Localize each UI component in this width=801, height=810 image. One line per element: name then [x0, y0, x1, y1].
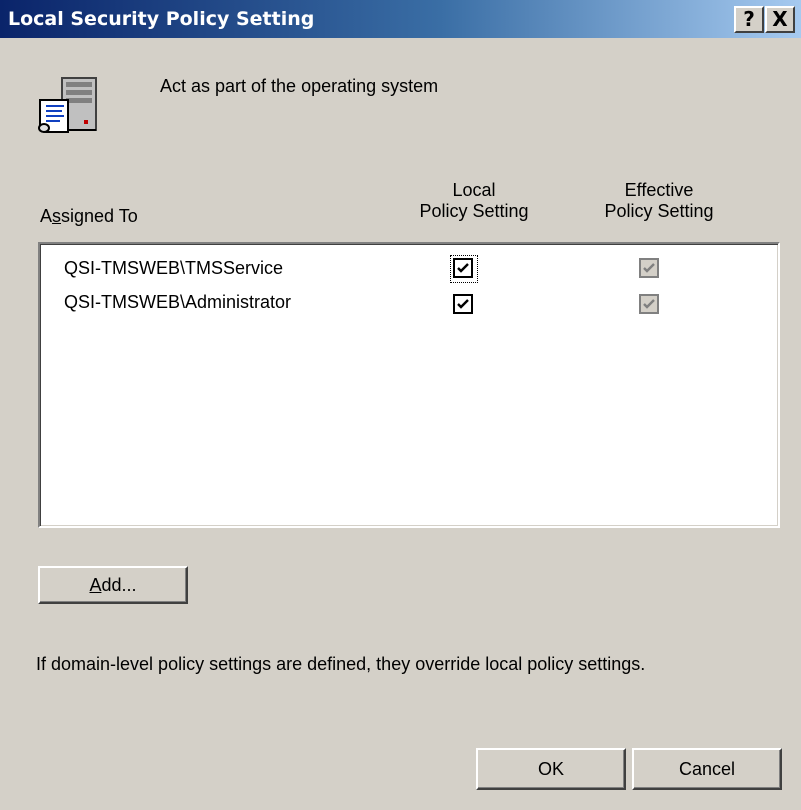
- assigned-to-header: Assigned To: [40, 206, 138, 226]
- title-bar[interactable]: Local Security Policy Setting ? X: [0, 0, 801, 38]
- policy-name: Act as part of the operating system: [160, 76, 439, 96]
- assigned-to-list[interactable]: QSI-TMSWEB\TMSService QSI-TMSWEB\Adminis…: [38, 242, 780, 528]
- local-policy-checkbox[interactable]: [453, 258, 473, 278]
- ok-button[interactable]: OK: [476, 748, 626, 790]
- policy-override-note: If domain-level policy settings are defi…: [36, 654, 646, 674]
- window-title: Local Security Policy Setting: [8, 8, 315, 30]
- list-item[interactable]: QSI-TMSWEB\TMSService: [40, 254, 778, 286]
- add-button[interactable]: Add...: [38, 566, 188, 604]
- help-button[interactable]: ?: [734, 6, 764, 33]
- policy-server-scroll-icon: [34, 74, 106, 138]
- account-name: QSI-TMSWEB\TMSService: [64, 258, 284, 278]
- cancel-button[interactable]: Cancel: [632, 748, 782, 790]
- account-name: QSI-TMSWEB\Administrator: [64, 292, 292, 312]
- effective-policy-checkbox: [639, 258, 659, 278]
- close-button[interactable]: X: [765, 6, 795, 33]
- local-policy-checkbox[interactable]: [453, 294, 473, 314]
- effective-policy-header: Effective Policy Setting: [604, 180, 714, 221]
- local-policy-header: Local Policy Setting: [419, 180, 529, 221]
- list-item[interactable]: QSI-TMSWEB\Administrator: [40, 288, 778, 320]
- effective-policy-checkbox: [639, 294, 659, 314]
